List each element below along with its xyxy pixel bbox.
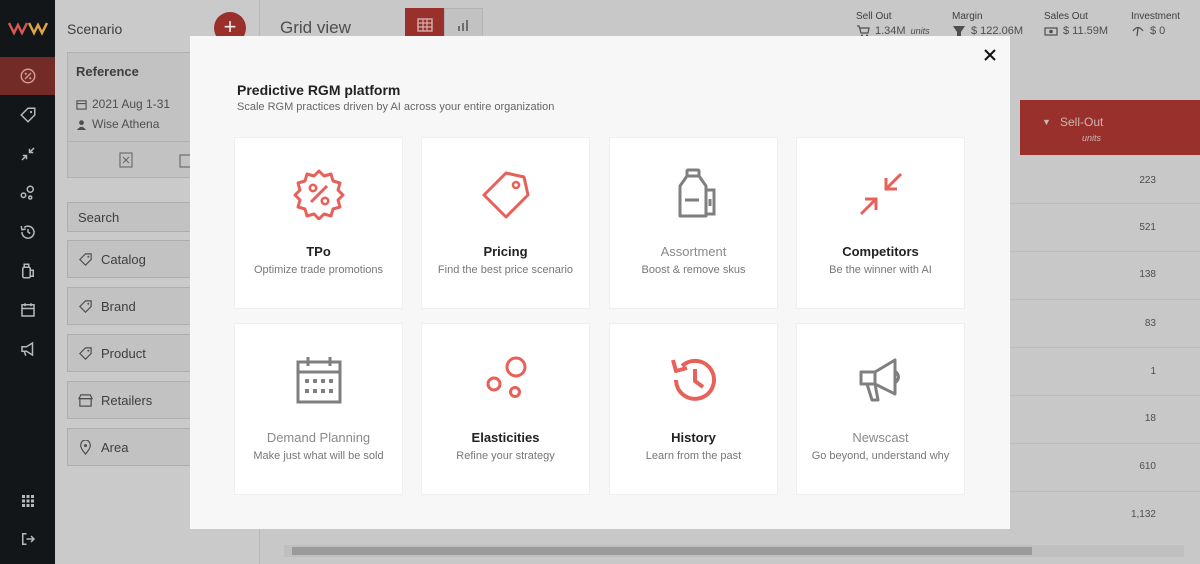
card-assortment[interactable]: Assortment Boost & remove skus xyxy=(610,138,777,308)
price-tag-icon xyxy=(482,171,530,219)
calendar-icon xyxy=(296,357,342,404)
tpo-badge-icon xyxy=(293,169,345,220)
card-pricing[interactable]: Pricing Find the best price scenario xyxy=(422,138,589,308)
card-description: Optimize trade promotions xyxy=(254,264,383,276)
history-icon xyxy=(671,358,716,401)
card-newscast[interactable]: Newscast Go beyond, understand why xyxy=(797,324,964,494)
card-description: Go beyond, understand why xyxy=(811,450,950,462)
card-title: History xyxy=(671,430,716,445)
bottle-icon xyxy=(678,168,716,218)
modal-title: Predictive RGM platform xyxy=(237,82,401,98)
circles-icon xyxy=(486,356,527,398)
card-elasticities[interactable]: Elasticities Refine your strategy xyxy=(422,324,589,494)
card-title: Elasticities xyxy=(471,430,540,445)
card-description: Make just what will be sold xyxy=(253,450,384,462)
card-tpo[interactable]: TPo Optimize trade promotions xyxy=(235,138,402,308)
card-title: Competitors xyxy=(842,244,919,259)
megaphone-icon xyxy=(859,358,900,402)
close-button[interactable] xyxy=(978,43,1002,67)
card-description: Be the winner with AI xyxy=(829,264,932,276)
card-description: Boost & remove skus xyxy=(641,264,746,276)
modal-subtitle: Scale RGM practices driven by AI across … xyxy=(237,101,555,113)
card-description: Refine your strategy xyxy=(456,450,555,462)
platform-modal: Predictive RGM platform Scale RGM practi… xyxy=(190,36,1010,529)
card-title: Pricing xyxy=(483,244,528,259)
arrows-inward-icon xyxy=(859,172,903,216)
card-title: Demand Planning xyxy=(266,430,371,445)
card-title: TPo xyxy=(306,244,331,259)
card-title: Assortment xyxy=(660,244,727,259)
card-description: Learn from the past xyxy=(645,450,742,462)
card-title: Newscast xyxy=(852,430,909,445)
card-history[interactable]: History Learn from the past xyxy=(610,324,777,494)
card-competitors[interactable]: Competitors Be the winner with AI xyxy=(797,138,964,308)
card-description: Find the best price scenario xyxy=(437,264,574,276)
close-icon xyxy=(984,49,996,61)
card-demand-planning[interactable]: Demand Planning Make just what will be s… xyxy=(235,324,402,494)
